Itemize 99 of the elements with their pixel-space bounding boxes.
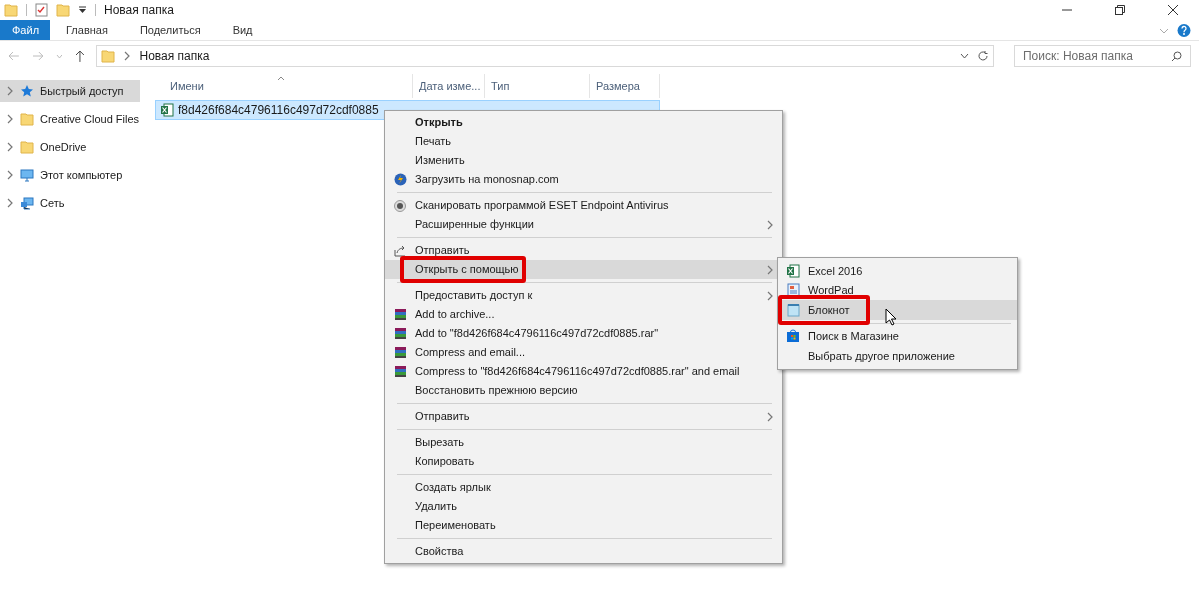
menu-item-label: Add to "f8d426f684c4796116c497d72cdf0885.rar" xyxy=(415,326,659,342)
menu-item-label: Блокнот xyxy=(808,302,850,318)
menu-item-label: Compress and email... xyxy=(415,345,526,361)
up-arrow-icon[interactable] xyxy=(74,50,85,62)
menu-item-label: Поиск в Магазине xyxy=(808,329,899,344)
menu-item-label: Восстановить прежнюю версию xyxy=(415,383,578,399)
refresh-icon[interactable] xyxy=(977,50,989,62)
menu-item-label: Выбрать другое приложение xyxy=(808,348,955,364)
menu-item[interactable]: Переименовать xyxy=(385,516,782,535)
chevron-down-icon[interactable] xyxy=(960,53,969,59)
ribbon-tab[interactable]: Вид xyxy=(220,20,265,40)
search-field[interactable]: Поиск: Новая папка xyxy=(1014,45,1191,67)
column-header[interactable]: Тип xyxy=(485,74,590,98)
spreadsheet-icon xyxy=(786,263,800,278)
menu-item[interactable]: Вырезать xyxy=(385,433,782,452)
menu-item-label: Загрузить на monosnap.com xyxy=(415,172,559,188)
menu-item-label: Расширенные функции xyxy=(415,217,534,233)
menu-item-label: Создать ярлык xyxy=(415,480,491,496)
archive-books-icon xyxy=(393,327,407,340)
menu-item-label: Сканировать программой ESET Endpoint Antivirus xyxy=(415,198,669,214)
menu-item[interactable]: Изменить xyxy=(385,151,782,170)
menu-item-label: Отправить xyxy=(415,243,470,259)
ribbon-tab[interactable]: Главная xyxy=(54,20,120,40)
sort-caret-icon xyxy=(277,76,285,81)
menu-item-label: Удалить xyxy=(415,499,457,515)
menu-item-label: Вырезать xyxy=(415,435,464,451)
radio-dot-icon xyxy=(394,199,406,212)
menu-item-label: Compress to "f8d426f684c4796116c497d72cdf0885.rar" and email xyxy=(415,364,740,380)
menu-item-label: Свойства xyxy=(415,544,464,560)
file-name: f8d426f684c4796116c497d72cdf0885 xyxy=(178,102,379,119)
menu-item-label: Отправить xyxy=(415,409,470,425)
archive-books-icon xyxy=(393,365,407,378)
menu-item-label: Add to archive... xyxy=(415,307,495,323)
sidebar-label: Creative Cloud Files xyxy=(40,111,140,127)
column-header[interactable]: Размера xyxy=(590,74,660,98)
menu-item[interactable]: Открыть xyxy=(385,113,782,132)
menu-item-label: WordPad xyxy=(808,283,854,298)
restore-icon xyxy=(1114,5,1125,15)
sidebar-item[interactable]: OneDrive xyxy=(0,136,140,158)
menu-item[interactable]: Отправить xyxy=(385,241,782,260)
menu-item[interactable]: Сканировать программой ESET Endpoint Antivirus xyxy=(385,196,782,215)
share-arrow-icon xyxy=(393,244,407,257)
archive-books-icon xyxy=(393,346,407,359)
menu-item[interactable]: Копировать xyxy=(385,452,782,471)
sidebar-item[interactable]: Быстрый доступ xyxy=(0,80,140,102)
expand-chevron-icon xyxy=(6,170,14,180)
menu-item[interactable]: Загрузить на monosnap.com xyxy=(385,170,782,189)
search-icon xyxy=(1171,50,1182,62)
menu-item[interactable]: Свойства xyxy=(385,542,782,561)
menu-item-label: Открыть xyxy=(415,115,463,131)
sidebar-item[interactable]: Сеть xyxy=(0,192,140,214)
monitor-icon xyxy=(20,168,34,182)
shopping-bag-icon xyxy=(786,329,800,344)
expand-chevron-icon xyxy=(6,142,14,152)
folder-icon xyxy=(20,140,34,154)
expand-chevron-icon xyxy=(6,86,14,96)
ribbon-tab[interactable]: Поделиться xyxy=(127,20,213,40)
ribbon-tab[interactable]: Файл xyxy=(0,20,50,40)
menu-item-label: Excel 2016 xyxy=(808,263,863,279)
column-header[interactable]: Дата изме... xyxy=(413,74,485,98)
mouse-cursor-icon xyxy=(885,308,897,326)
close-icon xyxy=(1167,5,1178,15)
expand-chevron-icon xyxy=(6,114,14,124)
breadcrumb-item[interactable]: Новая папка xyxy=(139,47,210,65)
notepad-icon xyxy=(786,302,800,317)
sidebar-item[interactable]: Этот компьютер xyxy=(0,164,140,186)
folder-icon xyxy=(4,3,18,17)
chevron-right-icon xyxy=(123,51,132,61)
sidebar-label: Этот компьютер xyxy=(40,167,123,183)
menu-item-label: Предоставить доступ к xyxy=(415,288,533,304)
address-field[interactable]: Новая папка xyxy=(96,45,994,67)
menu-item-label: Открыть с помощью xyxy=(415,262,519,278)
new-folder-icon xyxy=(56,3,70,17)
column-header[interactable]: Имени xyxy=(155,74,413,98)
dropdown-icon[interactable] xyxy=(78,6,87,14)
folder-icon xyxy=(101,49,116,63)
menu-item[interactable]: Восстановить прежнюю версию xyxy=(385,381,782,400)
menu-item[interactable]: Печать xyxy=(385,132,782,151)
menu-item[interactable]: Отправить xyxy=(385,407,782,426)
archive-books-icon xyxy=(393,308,407,321)
menu-item-label: Изменить xyxy=(415,153,465,169)
star-icon xyxy=(20,84,34,98)
spreadsheet-icon xyxy=(160,103,174,117)
menu-item-label: Копировать xyxy=(415,454,475,470)
menu-item[interactable]: Создать ярлык xyxy=(385,478,782,497)
search-input[interactable]: Поиск: Новая папка xyxy=(1023,47,1171,65)
expand-chevron-icon xyxy=(6,198,14,208)
menu-item[interactable]: Удалить xyxy=(385,497,782,516)
network-icon xyxy=(20,196,34,210)
window-title: Новая папка xyxy=(104,2,174,19)
sidebar-label: Быстрый доступ xyxy=(40,83,124,99)
document-icon xyxy=(786,283,800,298)
sidebar-label: OneDrive xyxy=(40,139,87,155)
menu-item[interactable]: Расширенные функции xyxy=(385,215,782,234)
sidebar-item[interactable]: Creative Cloud Files xyxy=(0,108,140,130)
menu-item-label: Переименовать xyxy=(415,518,496,534)
sidebar-label: Сеть xyxy=(40,195,65,211)
folder-icon xyxy=(20,112,34,126)
menu-item-label: Печать xyxy=(415,134,452,150)
